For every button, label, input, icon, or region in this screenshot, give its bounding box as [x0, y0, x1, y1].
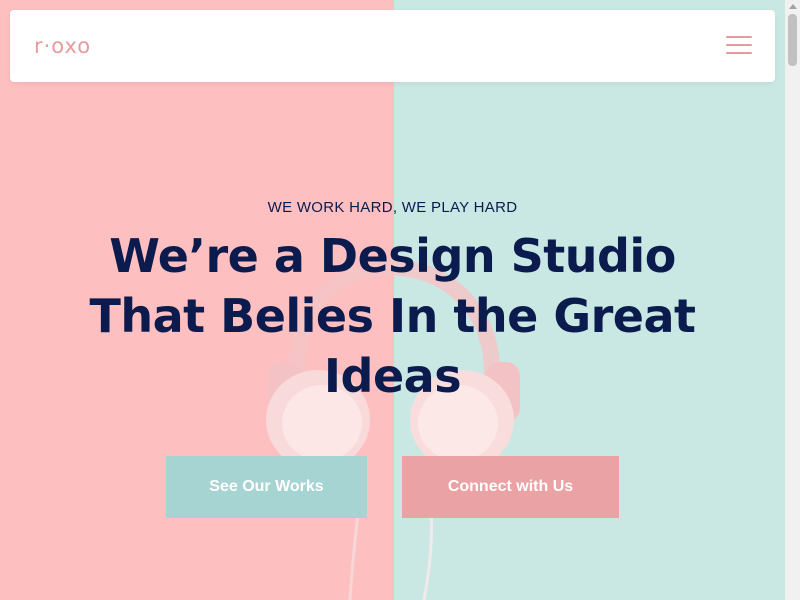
scroll-up-arrow-icon[interactable] [789, 4, 797, 9]
brand-logo[interactable]: r·oxo [34, 36, 91, 57]
scrollbar[interactable] [785, 0, 800, 600]
menu-line [726, 52, 752, 54]
menu-line [726, 36, 752, 38]
navbar: r·oxo [10, 10, 775, 82]
hero-eyebrow: WE WORK HARD, WE PLAY HARD [267, 199, 518, 216]
hamburger-menu-icon[interactable] [726, 36, 752, 56]
hero-section: WE WORK HARD, WE PLAY HARD We’re a Desig… [0, 0, 785, 600]
hero-headline: We’re a Design Studio That Belies In the… [89, 229, 696, 403]
connect-with-us-button[interactable]: Connect with Us [402, 456, 619, 518]
see-our-works-button[interactable]: See Our Works [166, 456, 367, 518]
scrollbar-thumb[interactable] [788, 14, 797, 66]
menu-line [726, 44, 752, 46]
